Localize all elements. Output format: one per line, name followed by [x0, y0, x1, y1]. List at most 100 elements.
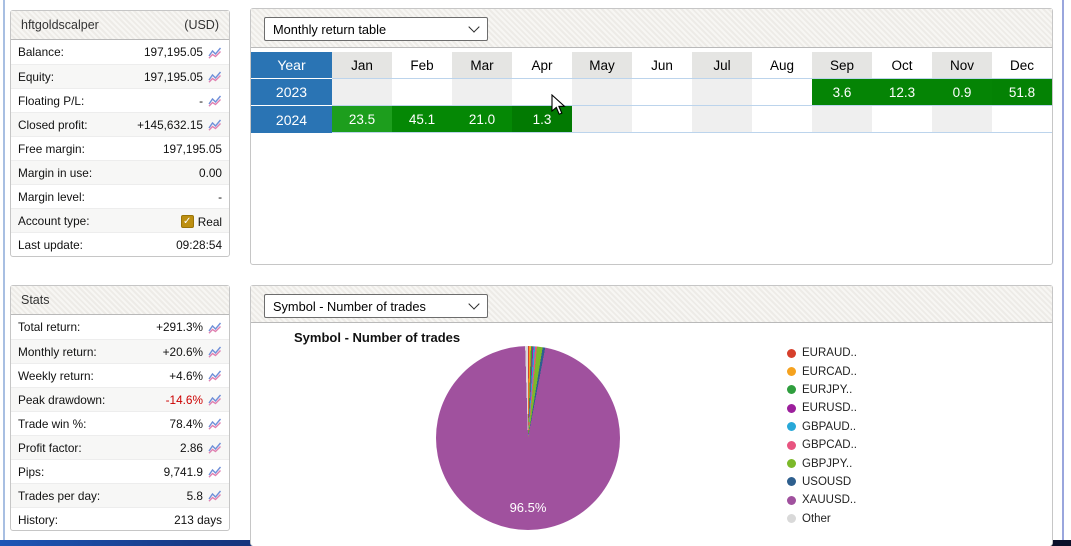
account-row: Floating P/L: -	[11, 88, 229, 112]
month-return-cell	[332, 78, 392, 105]
legend-label: EURCAD..	[802, 365, 857, 378]
monthly-view-select[interactable]: Monthly return table	[264, 17, 488, 41]
row-label: History:	[18, 512, 58, 527]
stats-row: Total return: +291.3%	[11, 315, 229, 339]
mini-chart-icon[interactable]	[208, 94, 222, 107]
row-label: Monthly return:	[18, 344, 97, 359]
row-value: 197,195.05	[162, 141, 222, 156]
mini-chart-icon[interactable]	[208, 70, 222, 83]
month-column-header: Jan	[332, 52, 392, 78]
legend-label: EURJPY..	[802, 383, 853, 396]
row-label: Trades per day:	[18, 488, 101, 503]
legend-color-dot	[787, 367, 796, 377]
legend-label: EURAUD..	[802, 347, 857, 360]
stats-row: Trades per day: 5.8	[11, 483, 229, 507]
month-return-cell: 21.0	[452, 105, 512, 133]
month-column-header: Sep	[812, 52, 872, 78]
month-column-header: Jun	[651, 57, 673, 73]
row-value: 0.00	[199, 165, 222, 180]
symbol-view-select[interactable]: Symbol - Number of trades	[264, 294, 488, 318]
year-cell: 2023	[251, 78, 332, 105]
month-return-cell	[452, 78, 512, 105]
account-row: Free margin: 197,195.05	[11, 136, 229, 160]
row-value: 9,741.9	[163, 464, 203, 479]
row-value: +20.6%	[162, 344, 203, 359]
account-row: Balance: 197,195.05	[11, 40, 229, 64]
right-window-edge	[1062, 0, 1064, 546]
legend-item: GBPJPY..	[787, 454, 857, 472]
year-column-header: Year	[251, 52, 332, 78]
stats-row: Profit factor: 2.86	[11, 435, 229, 459]
stats-title: Stats	[21, 293, 50, 307]
month-return-cell	[812, 105, 872, 133]
legend-label: EURUSD..	[802, 402, 857, 415]
legend-item: EURUSD..	[787, 399, 857, 417]
legend-item: USOUSD	[787, 473, 857, 491]
legend-color-dot	[787, 422, 796, 432]
row-label: Equity:	[18, 69, 55, 84]
mini-chart-icon[interactable]	[208, 46, 222, 59]
account-row: Last update: 09:28:54	[11, 232, 229, 256]
account-row: Margin level: -	[11, 184, 229, 208]
legend-item: EURCAD..	[787, 362, 857, 380]
dashboard-page: hftgoldscalper (USD) Balance: 197,195.05 …	[0, 0, 1071, 546]
month-column-header: Oct	[891, 57, 913, 73]
month-return-cell	[392, 78, 452, 105]
mini-chart-icon[interactable]	[208, 345, 222, 358]
account-rows: Balance: 197,195.05 Equity: 197,195.05 Flo…	[11, 40, 229, 256]
legend-color-dot	[787, 459, 796, 469]
row-value: 09:28:54	[176, 237, 222, 252]
stats-row: Trade win %: 78.4%	[11, 411, 229, 435]
month-return-cell	[692, 105, 752, 133]
mini-chart-icon[interactable]	[208, 441, 222, 454]
row-label: Floating P/L:	[18, 93, 85, 108]
account-summary-panel: hftgoldscalper (USD) Balance: 197,195.05 …	[10, 10, 230, 257]
checkbox-label: Real	[197, 214, 222, 229]
row-label: Free margin:	[18, 141, 85, 156]
legend-item: EURJPY..	[787, 381, 857, 399]
row-value: ✓ Real	[180, 213, 222, 229]
monthly-return-table: Year Jan Feb Mar Apr May Jun Jul Aug Sep Oct Nov Dec…	[251, 52, 1052, 133]
stats-row: Peak drawdown: -14.6%	[11, 387, 229, 411]
month-column-header: Apr	[531, 57, 553, 73]
mini-chart-icon[interactable]	[208, 118, 222, 131]
monthly-panel-toolbar: Monthly return table	[251, 9, 1052, 48]
monthly-return-panel: Monthly return table Year Jan Feb Mar Apr May…	[250, 8, 1053, 265]
mini-chart-icon[interactable]	[208, 465, 222, 478]
mini-chart-icon[interactable]	[208, 369, 222, 382]
row-label: Last update:	[18, 237, 83, 252]
mini-chart-icon[interactable]	[208, 321, 222, 334]
month-column-header: Aug	[769, 57, 795, 73]
row-label: Closed profit:	[18, 117, 88, 132]
legend-label: XAUUSD..	[802, 494, 857, 507]
account-row: Equity: 197,195.05	[11, 64, 229, 88]
legend-item: Other	[787, 510, 857, 528]
legend-item: EURAUD..	[787, 344, 857, 362]
row-value: +145,632.15	[137, 117, 203, 132]
row-value: 2.86	[180, 440, 203, 455]
month-column-header: Dec	[1009, 57, 1034, 73]
symbol-trades-panel: Symbol - Number of trades Symbol - Numbe…	[250, 285, 1053, 546]
row-label: Peak drawdown:	[18, 392, 106, 407]
monthly-view-select-wrap: Monthly return table	[264, 17, 488, 41]
account-currency: (USD)	[184, 18, 219, 32]
row-label: Pips:	[18, 464, 45, 479]
symbol-panel-toolbar: Symbol - Number of trades	[251, 286, 1052, 323]
mini-chart-icon[interactable]	[208, 393, 222, 406]
month-return-cell: 23.5	[332, 105, 392, 133]
legend-color-dot	[787, 385, 796, 395]
mini-chart-icon[interactable]	[208, 489, 222, 502]
real-account-checkbox[interactable]: ✓	[180, 215, 194, 228]
legend-label: GBPAUD..	[802, 420, 857, 433]
month-return-cell: 0.9	[932, 78, 992, 105]
mini-chart-icon[interactable]	[208, 417, 222, 430]
row-label: Profit factor:	[18, 440, 82, 455]
stats-row: Weekly return: +4.6%	[11, 363, 229, 387]
month-return-cell	[932, 105, 992, 133]
table-row: 2023 3.6 12.3 0.9 51.8	[251, 78, 1052, 105]
stats-rows: Total return: +291.3% Monthly return: +20.…	[11, 315, 229, 531]
legend-color-dot	[787, 403, 796, 413]
month-return-cell	[872, 105, 932, 133]
row-label: Balance:	[18, 45, 64, 59]
table-row: 2024 23.5 45.1 21.0 1.3	[251, 105, 1052, 133]
